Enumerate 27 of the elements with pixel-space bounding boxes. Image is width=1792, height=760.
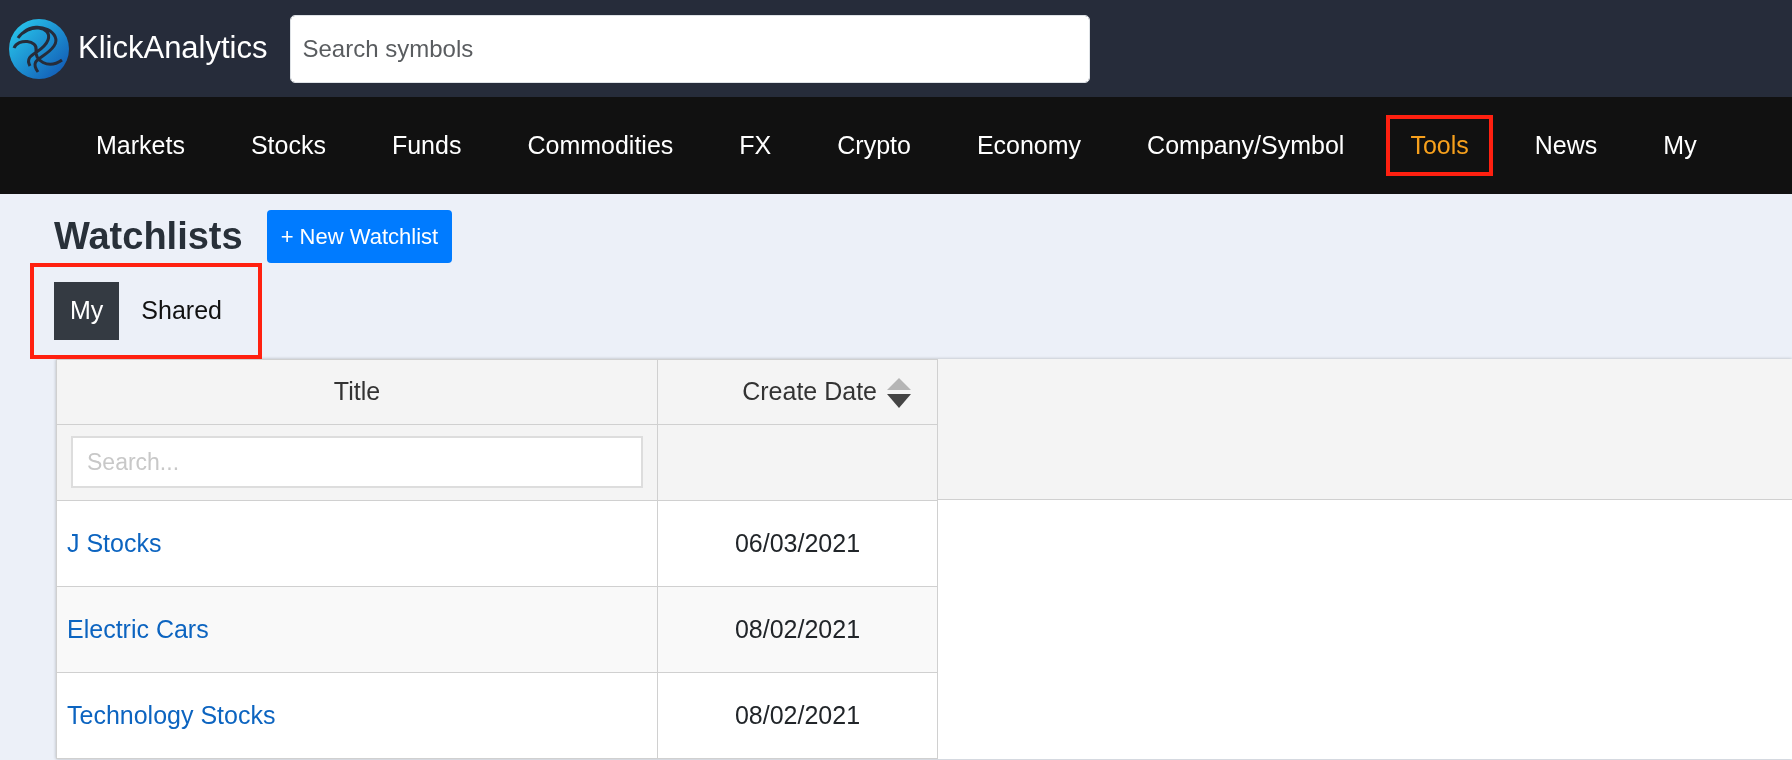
nav-link[interactable]: Markets <box>72 114 209 177</box>
nav-link[interactable]: My <box>1639 114 1721 177</box>
nav-link[interactable]: Economy <box>952 114 1106 177</box>
logo-icon <box>8 17 70 80</box>
tab[interactable]: Shared <box>125 282 238 340</box>
nav-link[interactable]: Funds <box>367 114 486 177</box>
nav-link[interactable]: Stocks <box>226 114 350 177</box>
watchlist-link[interactable]: J Stocks <box>67 529 162 557</box>
page-title: Watchlists <box>54 213 243 259</box>
nav-link[interactable]: Crypto <box>813 114 935 177</box>
nav-link[interactable]: Commodities <box>503 114 698 177</box>
column-header[interactable]: Create Date <box>657 359 938 424</box>
column-header: Title <box>56 359 658 424</box>
brand-name[interactable]: KlickAnalytics <box>78 25 268 72</box>
watchlist-link[interactable]: Technology Stocks <box>67 701 276 729</box>
tab[interactable]: My <box>54 282 120 340</box>
nav-link[interactable]: Tools <box>1386 114 1493 177</box>
sort-icon[interactable] <box>887 378 911 409</box>
nav-link[interactable]: FX <box>715 114 796 177</box>
date-cell: 08/02/2021 <box>657 672 938 758</box>
nav-link[interactable]: Company/Symbol <box>1123 114 1369 177</box>
search-field[interactable]: Search symbols <box>289 14 1090 83</box>
nav-link[interactable]: News <box>1510 114 1622 177</box>
new-watchlist-button[interactable]: + New Watchlist <box>266 210 453 263</box>
date-cell: 06/03/2021 <box>657 500 938 586</box>
date-cell: 08/02/2021 <box>657 586 938 672</box>
watchlist-link[interactable]: Electric Cars <box>67 615 209 643</box>
